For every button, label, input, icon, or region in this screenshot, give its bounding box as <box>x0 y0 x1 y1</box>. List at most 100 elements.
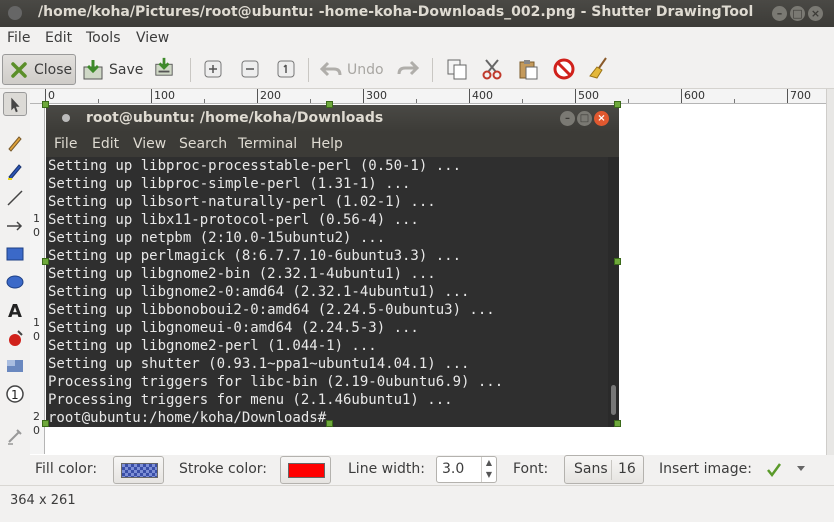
resize-handle[interactable] <box>42 101 49 108</box>
svg-text:A: A <box>8 301 22 320</box>
terminal-maximize-icon: □ <box>577 111 592 126</box>
fill-color-button[interactable] <box>113 456 164 484</box>
terminal-line: Setting up netpbm (2:10.0-15ubuntu2) ... <box>48 230 386 246</box>
terminal-line: Setting up libgnome2-perl (1.044-1) ... <box>48 338 377 354</box>
font-button[interactable]: Sans 16 <box>564 455 644 484</box>
terminal-icon <box>62 114 70 122</box>
paste-icon[interactable] <box>517 58 539 80</box>
line-width-spinner[interactable]: 3.0 ▲ ▼ <box>436 456 497 483</box>
terminal-menu-search: Search <box>179 136 228 152</box>
save-icon <box>83 59 103 79</box>
cut-icon[interactable] <box>481 58 503 80</box>
terminal-line: Setting up libproc-simple-perl (1.31-1) … <box>48 176 411 192</box>
stroke-color-button[interactable] <box>280 456 331 484</box>
insert-image-label: Insert image: <box>659 461 752 477</box>
window-title: /home/koha/Pictures/root@ubuntu: -home-k… <box>38 4 754 20</box>
terminal-screenshot[interactable]: root@ubuntu: /home/koha/Downloads – □ × … <box>46 105 619 427</box>
number-icon[interactable]: 1 <box>5 384 25 404</box>
status-bar: 364 x 261 <box>0 485 834 522</box>
toolbar-separator <box>432 58 433 82</box>
terminal-line: Setting up libgnome2-0:amd64 (2.32.1-4ub… <box>48 284 470 300</box>
terminal-menu-edit: Edit <box>92 136 120 152</box>
menu-tools[interactable]: Tools <box>86 30 121 46</box>
close-x-icon <box>11 61 27 78</box>
terminal-menu-help: Help <box>311 136 343 152</box>
undo-label: Undo <box>347 61 384 78</box>
checkmark-icon[interactable] <box>766 462 782 478</box>
terminal-line: Setting up libsort-naturally-perl (1.02-… <box>48 194 436 210</box>
terminal-menu-terminal: Terminal <box>238 136 298 152</box>
ruler-label: 600 <box>684 89 705 102</box>
terminal-menu-view: View <box>133 136 167 152</box>
menubar: File Edit Tools View <box>0 27 834 51</box>
terminal-title: root@ubuntu: /home/koha/Downloads <box>86 110 384 126</box>
resize-handle[interactable] <box>326 420 333 427</box>
copy-icon[interactable] <box>446 58 468 80</box>
resize-handle[interactable] <box>614 420 621 427</box>
zoom-out-icon[interactable] <box>240 59 260 79</box>
canvas-vertical-scrollbar[interactable] <box>826 89 834 455</box>
line-icon[interactable] <box>5 188 25 208</box>
delete-icon[interactable] <box>553 58 575 80</box>
image-size-status: 364 x 261 <box>10 493 76 508</box>
resize-handle[interactable] <box>42 420 49 427</box>
terminal-titlebar: root@ubuntu: /home/koha/Downloads – □ × <box>46 105 619 132</box>
ellipse-icon[interactable] <box>5 272 25 292</box>
maximize-button[interactable]: □ <box>790 6 805 21</box>
arrow-icon[interactable] <box>5 216 25 236</box>
line-width-value: 3.0 <box>442 461 465 477</box>
menu-edit[interactable]: Edit <box>45 30 72 46</box>
close-button[interactable]: Close <box>2 54 76 85</box>
spinner-arrows-icon[interactable]: ▲ ▼ <box>481 457 496 482</box>
ruler-label: 0 <box>33 226 40 239</box>
save-as-icon[interactable] <box>154 57 174 77</box>
resize-handle[interactable] <box>326 101 333 108</box>
ruler-label: 2 <box>33 410 40 423</box>
terminal-line: Processing triggers for menu (2.1.46ubun… <box>48 392 453 408</box>
zoom-100-icon[interactable] <box>276 59 296 79</box>
crop-icon[interactable] <box>5 426 25 446</box>
undo-button[interactable]: Undo <box>320 54 384 85</box>
font-name: Sans <box>574 461 608 477</box>
minimize-button[interactable]: – <box>772 6 787 21</box>
window-close-button[interactable]: × <box>808 6 823 21</box>
rectangle-icon[interactable] <box>5 244 25 264</box>
menu-view[interactable]: View <box>136 30 169 46</box>
resize-handle[interactable] <box>614 258 621 265</box>
ruler-label: 0 <box>33 330 40 343</box>
resize-handle[interactable] <box>42 258 49 265</box>
ruler-label: 100 <box>154 89 175 102</box>
redo-icon[interactable] <box>396 59 420 79</box>
stroke-color-label: Stroke color: <box>179 461 268 477</box>
ruler-label: 0 <box>48 89 55 102</box>
fill-color-label: Fill color: <box>35 461 98 477</box>
toolbar-separator <box>190 58 191 82</box>
vertical-ruler: 1 0 1 0 2 0 <box>30 104 45 454</box>
fill-color-swatch <box>121 463 158 478</box>
font-label: Font: <box>513 461 549 477</box>
ruler-label: 400 <box>472 89 493 102</box>
zoom-in-icon[interactable] <box>203 59 223 79</box>
ruler-label: 700 <box>790 89 811 102</box>
resize-handle[interactable] <box>614 101 621 108</box>
save-button[interactable]: Save <box>82 54 143 85</box>
ruler-label: 200 <box>260 89 281 102</box>
text-icon[interactable]: A <box>5 300 25 320</box>
terminal-menu-file: File <box>54 136 78 152</box>
ruler-label: 500 <box>578 89 599 102</box>
ruler-label: 300 <box>366 89 387 102</box>
menu-file[interactable]: File <box>7 30 30 46</box>
pixelize-icon[interactable] <box>5 356 25 376</box>
properties-bar: Fill color: Stroke color: Line width: 3.… <box>0 455 834 485</box>
highlighter-icon[interactable] <box>5 161 25 181</box>
terminal-line: Setting up libx11-protocol-perl (0.56-4)… <box>48 212 419 228</box>
clear-icon[interactable] <box>588 56 610 80</box>
toolbar: Close Save Undo <box>0 51 834 89</box>
censor-icon[interactable] <box>5 328 25 348</box>
svg-text:1: 1 <box>11 388 19 402</box>
save-label: Save <box>109 61 144 78</box>
chevron-down-icon[interactable] <box>796 465 806 473</box>
terminal-line: Setting up perlmagick (8:6.7.7.10-6ubunt… <box>48 248 462 264</box>
pen-icon[interactable] <box>5 133 25 153</box>
select-tool-icon[interactable] <box>3 92 27 116</box>
